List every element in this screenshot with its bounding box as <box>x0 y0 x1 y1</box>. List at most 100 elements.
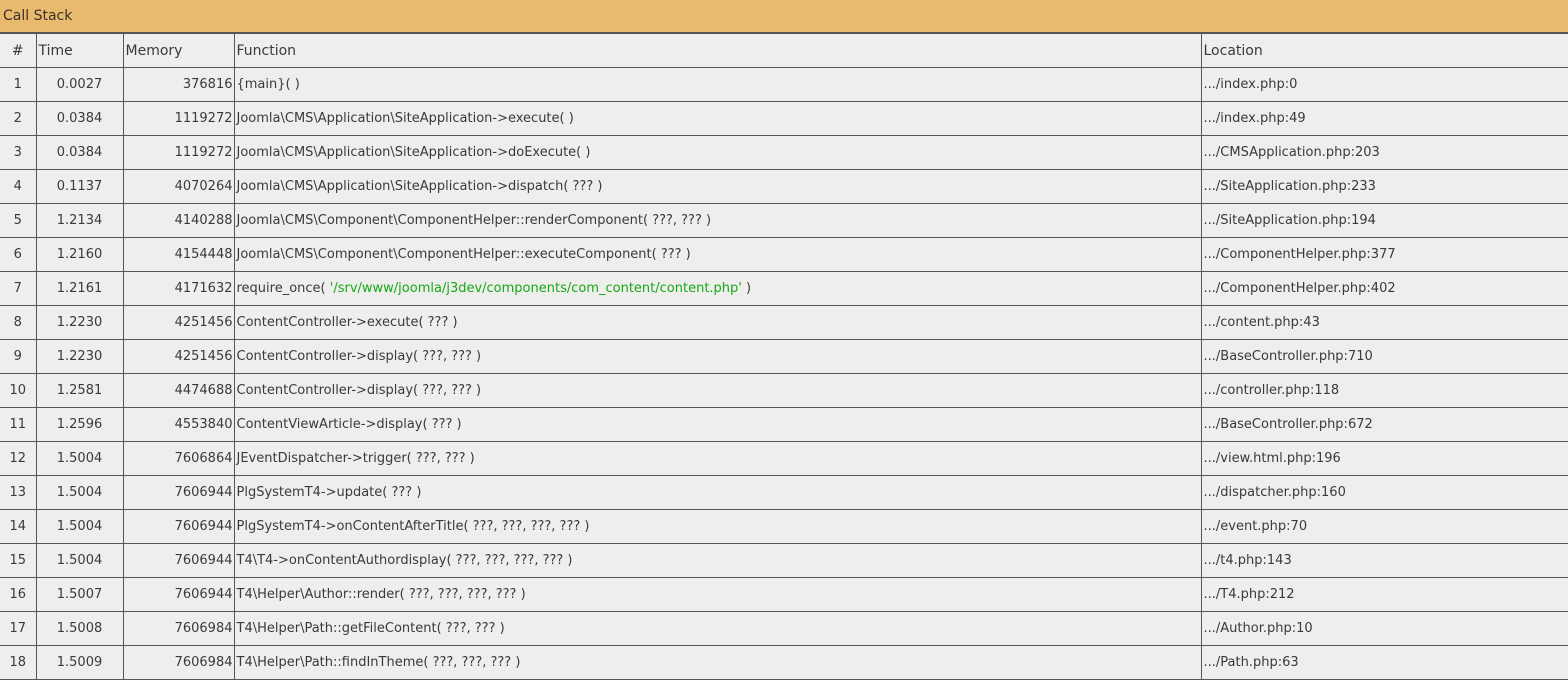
frame-memory: 4474688 <box>122 373 235 408</box>
frame-location: .../index.php:49 <box>1200 101 1568 136</box>
frame-number: 17 <box>0 611 37 646</box>
function-name: T4\T4->onContentAuthordisplay( ???, ???,… <box>236 553 573 568</box>
frame-number: 15 <box>0 543 37 578</box>
table-row: 17 1.5008 7606984 T4\Helper\Path::getFileCo… <box>0 611 1568 646</box>
frame-time: 0.0384 <box>35 135 124 170</box>
frame-time: 0.0027 <box>35 67 124 102</box>
frame-memory: 7606944 <box>122 543 235 578</box>
frame-location: .../ComponentHelper.php:377 <box>1200 237 1568 272</box>
frame-memory: 4553840 <box>122 407 235 442</box>
table-row: 12 1.5004 7606864 JEventDispatcher->trigger… <box>0 441 1568 476</box>
table-row: 16 1.5007 7606944 T4\Helper\Author::render(… <box>0 577 1568 612</box>
table-header-row: # Time Memory Function Location <box>0 33 1568 68</box>
frame-time: 1.5004 <box>35 543 124 578</box>
frame-location: .../BaseController.php:672 <box>1200 407 1568 442</box>
table-row: 3 0.0384 1119272 Joomla\CMS\Application\Sit… <box>0 135 1568 170</box>
table-row: 1 0.0027 376816 {main}( ) .../index.php:0 <box>0 67 1568 102</box>
function-name: Joomla\CMS\Application\SiteApplication->… <box>236 145 591 160</box>
frame-function: Joomla\CMS\Application\SiteApplication->… <box>233 169 1202 204</box>
frame-time: 1.5007 <box>35 577 124 612</box>
frame-function: ContentController->display( ???, ??? ) <box>233 373 1202 408</box>
frame-function: ContentViewArticle->display( ??? ) <box>233 407 1202 442</box>
frame-number: 4 <box>0 169 37 204</box>
frame-number: 5 <box>0 203 37 238</box>
table-row: 18 1.5009 7606984 T4\Helper\Path::findInThe… <box>0 645 1568 680</box>
frame-time: 1.2230 <box>35 305 124 340</box>
frame-function: Joomla\CMS\Component\ComponentHelper::ex… <box>233 237 1202 272</box>
frame-number: 10 <box>0 373 37 408</box>
frame-time: 1.2161 <box>35 271 124 306</box>
frame-number: 16 <box>0 577 37 612</box>
frame-function: T4\T4->onContentAuthordisplay( ???, ???,… <box>233 543 1202 578</box>
call-stack-title: Call Stack <box>0 0 1568 33</box>
frame-time: 1.5008 <box>35 611 124 646</box>
frame-number: 3 <box>0 135 37 170</box>
frame-memory: 4070264 <box>122 169 235 204</box>
function-name: ContentController->display( ???, ??? ) <box>236 383 482 398</box>
frame-number: 11 <box>0 407 37 442</box>
frame-function: ContentController->execute( ??? ) <box>233 305 1202 340</box>
frame-time: 1.2134 <box>35 203 124 238</box>
frame-number: 8 <box>0 305 37 340</box>
table-row: 2 0.0384 1119272 Joomla\CMS\Application\Sit… <box>0 101 1568 136</box>
frame-memory: 4140288 <box>122 203 235 238</box>
frame-function: T4\Helper\Path::getFileContent( ???, ???… <box>233 611 1202 646</box>
frame-memory: 7606984 <box>122 611 235 646</box>
frame-location: .../ComponentHelper.php:402 <box>1200 271 1568 306</box>
frame-number: 12 <box>0 441 37 476</box>
frame-memory: 376816 <box>122 67 235 102</box>
frame-location: .../CMSApplication.php:203 <box>1200 135 1568 170</box>
function-name: PlgSystemT4->update( ??? ) <box>236 485 422 500</box>
function-name: require_once( <box>236 281 330 296</box>
function-name: Joomla\CMS\Application\SiteApplication->… <box>236 111 574 126</box>
function-name: T4\Helper\Path::getFileContent( ???, ???… <box>236 621 505 636</box>
frame-function: PlgSystemT4->onContentAfterTitle( ???, ?… <box>233 509 1202 544</box>
frame-location: .../BaseController.php:710 <box>1200 339 1568 374</box>
function-name: T4\Helper\Path::findInTheme( ???, ???, ?… <box>236 655 521 670</box>
frame-function: Joomla\CMS\Application\SiteApplication->… <box>233 135 1202 170</box>
frame-function: Joomla\CMS\Application\SiteApplication->… <box>233 101 1202 136</box>
function-name: PlgSystemT4->onContentAfterTitle( ???, ?… <box>236 519 590 534</box>
frame-location: .../SiteApplication.php:194 <box>1200 203 1568 238</box>
frame-memory: 4171632 <box>122 271 235 306</box>
frame-function: PlgSystemT4->update( ??? ) <box>233 475 1202 510</box>
table-row: 11 1.2596 4553840 ContentViewArticle->displ… <box>0 407 1568 442</box>
table-row: 13 1.5004 7606944 PlgSystemT4->update( ??? … <box>0 475 1568 510</box>
frame-number: 9 <box>0 339 37 374</box>
frame-time: 1.5004 <box>35 509 124 544</box>
function-name: ContentViewArticle->display( ??? ) <box>236 417 462 432</box>
frame-number: 7 <box>0 271 37 306</box>
call-stack-table: # Time Memory Function Location 1 0.0027 3… <box>0 33 1568 680</box>
column-header-number: # <box>0 33 37 68</box>
frame-time: 1.2230 <box>35 339 124 374</box>
column-header-function: Function <box>233 33 1202 68</box>
frame-location: .../Path.php:63 <box>1200 645 1568 680</box>
function-name: ContentController->execute( ??? ) <box>236 315 458 330</box>
frame-time: 0.0384 <box>35 101 124 136</box>
function-name: Joomla\CMS\Component\ComponentHelper::ex… <box>236 247 691 262</box>
frame-function: T4\Helper\Author::render( ???, ???, ???,… <box>233 577 1202 612</box>
frame-location: .../event.php:70 <box>1200 509 1568 544</box>
function-name: Joomla\CMS\Application\SiteApplication->… <box>236 179 603 194</box>
function-name: T4\Helper\Author::render( ???, ???, ???,… <box>236 587 526 602</box>
frame-time: 1.5009 <box>35 645 124 680</box>
frame-function: T4\Helper\Path::findInTheme( ???, ???, ?… <box>233 645 1202 680</box>
table-row: 4 0.1137 4070264 Joomla\CMS\Application\Sit… <box>0 169 1568 204</box>
frame-number: 13 <box>0 475 37 510</box>
frame-number: 18 <box>0 645 37 680</box>
frame-time: 1.2160 <box>35 237 124 272</box>
table-row: 6 1.2160 4154448 Joomla\CMS\Component\Compo… <box>0 237 1568 272</box>
frame-location: .../dispatcher.php:160 <box>1200 475 1568 510</box>
table-row: 5 1.2134 4140288 Joomla\CMS\Component\Compo… <box>0 203 1568 238</box>
frame-function: Joomla\CMS\Component\ComponentHelper::re… <box>233 203 1202 238</box>
frame-time: 1.2581 <box>35 373 124 408</box>
frame-location: .../index.php:0 <box>1200 67 1568 102</box>
frame-location: .../t4.php:143 <box>1200 543 1568 578</box>
frame-number: 6 <box>0 237 37 272</box>
frame-function: JEventDispatcher->trigger( ???, ??? ) <box>233 441 1202 476</box>
function-string-arg: '/srv/www/joomla/j3dev/components/com_co… <box>329 281 742 296</box>
frame-memory: 1119272 <box>122 135 235 170</box>
frame-location: .../SiteApplication.php:233 <box>1200 169 1568 204</box>
frame-function: require_once( '/srv/www/joomla/j3dev/com… <box>233 271 1202 306</box>
frame-number: 14 <box>0 509 37 544</box>
